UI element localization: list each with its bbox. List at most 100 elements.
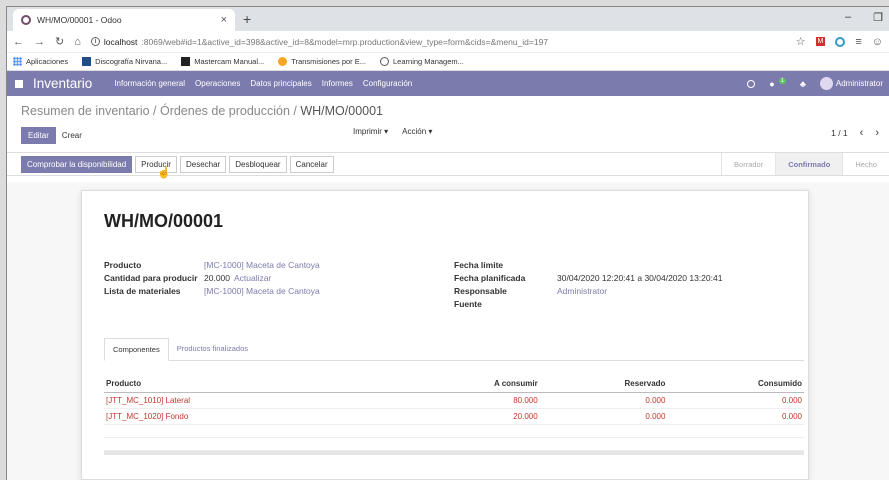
apps-grid-icon <box>13 57 22 66</box>
field-bom: Lista de materiales [MC-1000] Maceta de … <box>104 286 320 296</box>
star-icon[interactable]: ☆ <box>796 35 806 48</box>
print-dropdown[interactable]: Imprimir ▾ <box>353 127 388 136</box>
bookmark-transmisiones[interactable]: Transmisiones por E... <box>278 57 366 66</box>
extensions: ☆ M ≡ ☺ <box>796 35 883 49</box>
profile-icon[interactable]: ☺ <box>872 36 883 48</box>
fields-left-group: Producto [MC-1000] Maceta de Cantoya Can… <box>104 260 434 299</box>
responsible-link[interactable]: Administrator <box>557 286 607 296</box>
form-background: WH/MO/00001 Producto [MC-1000] Maceta de… <box>7 182 889 480</box>
bookmarks-bar: Aplicaciones Discografía Nirvana... Mast… <box>7 53 889 71</box>
minimize-icon[interactable]: – <box>845 11 851 24</box>
chat-badge: 1 <box>778 77 786 84</box>
form-statusbar: Comprobar la disponibilidad Producir Des… <box>7 153 889 179</box>
odoo-favicon-icon <box>21 15 31 25</box>
app-brand[interactable]: Inventario <box>33 76 92 91</box>
bookmark-icon <box>380 57 390 66</box>
pager: 1 / 1 ‹ › <box>831 127 879 139</box>
reload-icon[interactable]: ↻ <box>55 35 64 48</box>
edit-button[interactable]: Editar <box>21 127 56 144</box>
forward-icon[interactable]: → <box>34 36 45 48</box>
check-availability-button[interactable]: Comprobar la disponibilidad <box>21 155 133 173</box>
field-quantity: Cantidad para producir 20.000 Actualizar <box>104 273 272 283</box>
avatar <box>819 77 833 90</box>
breadcrumb-inventory[interactable]: Resumen de inventario <box>21 104 150 118</box>
window-controls: – ❐ <box>845 11 883 24</box>
control-buttons: Editar Crear <box>21 127 880 144</box>
home-icon[interactable]: ⌂ <box>74 36 81 48</box>
column-product[interactable]: Producto <box>104 375 404 393</box>
field-deadline: Fecha límite <box>454 260 504 270</box>
address-bar-row: ← → ↻ ⌂ i localhost:8069/web#id=1&active… <box>7 31 889 53</box>
extension-o-icon[interactable] <box>835 36 846 47</box>
field-product: Producto [MC-1000] Maceta de Cantoya <box>104 260 320 270</box>
clock-icon[interactable] <box>747 79 756 88</box>
gift-icon[interactable]: ♣ <box>800 79 806 89</box>
planned-date-value: 30/04/2020 12:20:41 a 30/04/2020 13:20:4… <box>557 273 723 283</box>
state-confirmed: Confirmado <box>775 153 843 175</box>
cancel-button[interactable]: Cancelar <box>289 155 334 173</box>
odoo-navbar: Inventario Información general Operacion… <box>7 71 889 96</box>
pager-value[interactable]: 1 / 1 <box>831 128 848 138</box>
browser-window: WH/MO/00001 - Odoo × + – ❐ ← → ↻ ⌂ i loc… <box>6 6 889 480</box>
menu-informes[interactable]: Informes <box>322 79 353 88</box>
browser-tabbar: WH/MO/00001 - Odoo × + – ❐ <box>7 7 889 31</box>
tab-finished-products[interactable]: Productos finalizados <box>169 338 256 360</box>
create-button[interactable]: Crear <box>56 128 88 143</box>
state-draft: Borrador <box>721 153 776 175</box>
menu-list-icon[interactable]: ≡ <box>855 36 861 48</box>
scrap-button[interactable]: Desechar <box>179 155 227 173</box>
bookmark-mastercam[interactable]: Mastercam Manual... <box>181 57 264 66</box>
breadcrumb-current: WH/MO/00001 <box>300 104 384 118</box>
table-row-empty <box>104 424 804 438</box>
url-host: localhost <box>103 36 138 47</box>
control-panel: Resumen de inventario / Órdenes de produ… <box>7 96 889 153</box>
new-tab-button[interactable]: + <box>243 11 251 27</box>
table-header-row: Producto A consumir Reservado Consumido <box>104 375 804 393</box>
table-row[interactable]: [JTT_MC_1010] Lateral 80.000 0.000 0.000 <box>104 392 804 409</box>
browser-tab[interactable]: WH/MO/00001 - Odoo × <box>13 9 235 31</box>
column-consumed[interactable]: Consumido <box>667 375 804 393</box>
bookmark-icon <box>278 57 288 66</box>
info-icon[interactable]: i <box>90 37 100 46</box>
bookmark-learning[interactable]: Learning Managem... <box>380 57 464 66</box>
table-row[interactable]: [JTT_MC_1020] Fondo 20.000 0.000 0.000 <box>104 408 804 425</box>
menu-datos-principales[interactable]: Datos principales <box>250 79 311 88</box>
extension-m-icon[interactable]: M <box>815 37 826 46</box>
menu-operaciones[interactable]: Operaciones <box>195 79 240 88</box>
bom-link[interactable]: [MC-1000] Maceta de Cantoya <box>204 286 320 296</box>
unlock-button[interactable]: Desbloquear <box>229 155 287 173</box>
user-name: Administrator <box>835 79 883 88</box>
navbar-systray: ● 1 ♣ Administrator <box>747 71 883 96</box>
field-source: Fuente <box>454 299 482 309</box>
bookmark-icon <box>181 57 191 66</box>
chat-icon[interactable]: ● <box>769 79 774 89</box>
apps-menu-icon[interactable] <box>15 79 23 88</box>
breadcrumb-production-orders[interactable]: Órdenes de producción <box>160 104 290 118</box>
user-menu[interactable]: Administrator <box>819 77 883 90</box>
table-row-empty <box>104 437 804 451</box>
column-reserved[interactable]: Reservado <box>539 375 668 393</box>
table-footer <box>104 451 804 455</box>
column-to-consume[interactable]: A consumir <box>404 375 540 393</box>
url-input[interactable]: i localhost:8069/web#id=1&active_id=398&… <box>90 36 786 47</box>
maximize-icon[interactable]: ❐ <box>873 11 883 24</box>
chevron-right-icon[interactable]: › <box>875 127 879 139</box>
bookmark-icon <box>82 57 92 66</box>
menu-informacion-general[interactable]: Información general <box>114 79 185 88</box>
bookmark-discografia[interactable]: Discografía Nirvana... <box>82 57 167 66</box>
quantity-value: 20.000 <box>204 273 230 283</box>
state-pipeline: Borrador Confirmado Hecho <box>721 153 889 175</box>
sidebar-actions: Imprimir ▾ Acción ▾ <box>353 127 432 136</box>
update-quantity-link[interactable]: Actualizar <box>234 273 271 283</box>
tab-components[interactable]: Componentes <box>104 338 169 361</box>
close-icon[interactable]: × <box>221 14 227 26</box>
action-dropdown[interactable]: Acción ▾ <box>402 127 432 136</box>
back-icon[interactable]: ← <box>13 36 24 48</box>
chevron-left-icon[interactable]: ‹ <box>860 127 864 139</box>
bookmark-apps[interactable]: Aplicaciones <box>13 57 68 66</box>
product-link[interactable]: [MC-1000] Maceta de Cantoya <box>204 260 320 270</box>
tab-title: WH/MO/00001 - Odoo <box>37 15 122 25</box>
form-sheet: WH/MO/00001 Producto [MC-1000] Maceta de… <box>81 190 809 480</box>
field-responsible: Responsable Administrator <box>454 286 608 296</box>
menu-configuracion[interactable]: Configuración <box>363 79 412 88</box>
